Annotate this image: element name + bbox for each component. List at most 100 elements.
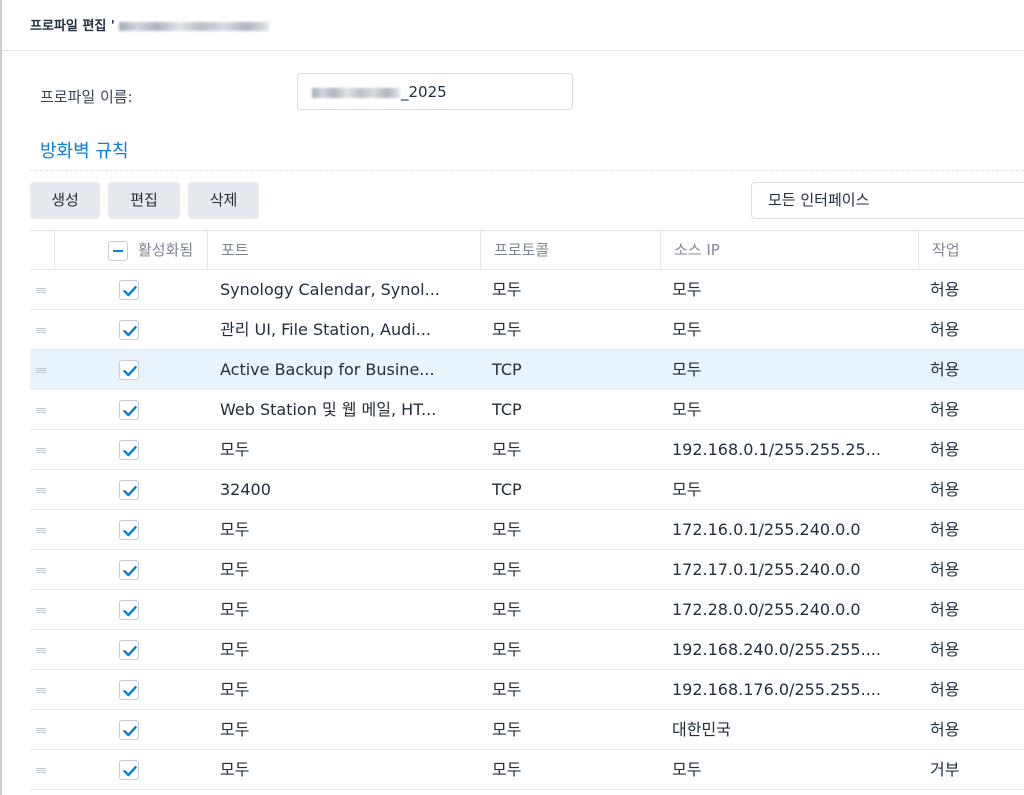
table-row[interactable]: 관리 UI, File Station, Audi... 모두 모두 허용 [30, 310, 1024, 350]
header-source-ip[interactable]: 소스 IP [660, 231, 919, 270]
cell-ports: 모두 [220, 600, 250, 619]
enabled-checkbox[interactable] [119, 360, 139, 380]
header-enabled-label: 활성화됨 [138, 241, 194, 259]
drag-handle-icon[interactable] [36, 728, 46, 733]
drag-handle-icon[interactable] [36, 408, 46, 413]
cell-source-ip: 모두 [672, 280, 702, 299]
cell-source-ip: 모두 [672, 480, 702, 499]
drag-handle-icon[interactable] [36, 608, 46, 613]
cell-action: 허용 [930, 720, 960, 739]
cell-source-ip: 192.168.176.0/255.255.... [672, 680, 881, 699]
cell-ports: Synology Calendar, Synol... [220, 280, 440, 299]
select-all-checkbox[interactable] [108, 241, 128, 261]
table-row[interactable]: 모두 모두 172.16.0.1/255.240.0.0 허용 [30, 510, 1024, 550]
cell-ports: 32400 [220, 480, 271, 499]
create-button[interactable]: 생성 [30, 182, 100, 219]
cell-source-ip: 모두 [672, 760, 702, 779]
drag-handle-icon[interactable] [36, 488, 46, 493]
cell-source-ip: 모두 [672, 320, 702, 339]
cell-action: 허용 [930, 680, 960, 699]
redacted-profile-name [119, 22, 270, 31]
enabled-checkbox[interactable] [119, 640, 139, 660]
cell-ports: 모두 [220, 440, 250, 459]
cell-action: 허용 [930, 400, 960, 419]
cell-action: 거부 [930, 760, 960, 779]
cell-protocol: 모두 [492, 720, 522, 739]
cell-protocol: 모두 [492, 320, 522, 339]
cell-protocol: 모두 [492, 280, 522, 299]
interface-select[interactable]: 모든 인터페이스 [751, 182, 1024, 219]
cell-source-ip: 192.168.0.1/255.255.25... [672, 440, 881, 459]
cell-protocol: 모두 [492, 520, 522, 539]
cell-action: 허용 [930, 360, 960, 379]
cell-ports: 모두 [220, 560, 250, 579]
drag-handle-icon[interactable] [36, 368, 46, 373]
table-row[interactable]: 32400 TCP 모두 허용 [30, 470, 1024, 510]
table-row[interactable]: Active Backup for Busine... TCP 모두 허용 [30, 350, 1024, 390]
drag-handle-icon[interactable] [36, 448, 46, 453]
cell-action: 허용 [930, 560, 960, 579]
dialog-title: 프로파일 편집 ' [30, 15, 270, 34]
table-row[interactable]: 모두 모두 대한민국 허용 [30, 710, 1024, 750]
table-row[interactable]: Web Station 및 웹 메일, HT... TCP 모두 허용 [30, 390, 1024, 430]
enabled-checkbox[interactable] [119, 440, 139, 460]
drag-handle-icon[interactable] [36, 288, 46, 293]
cell-protocol: 모두 [492, 760, 522, 779]
dialog-title-bar: 프로파일 편집 ' [2, 0, 1024, 51]
header-enabled[interactable]: 활성화됨 [54, 231, 195, 270]
cell-protocol: TCP [492, 480, 522, 499]
cell-source-ip: 모두 [672, 400, 702, 419]
drag-handle-icon[interactable] [36, 648, 46, 653]
table-row[interactable]: 모두 모두 172.28.0.0/255.240.0.0 허용 [30, 590, 1024, 630]
drag-handle-icon[interactable] [36, 568, 46, 573]
table-row[interactable]: Synology Calendar, Synol... 모두 모두 허용 [30, 270, 1024, 310]
table-row[interactable]: 모두 모두 모두 거부 [30, 750, 1024, 790]
header-protocol[interactable]: 프로토콜 [480, 231, 649, 270]
drag-handle-icon[interactable] [36, 528, 46, 533]
cell-action: 허용 [930, 600, 960, 619]
cell-action: 허용 [930, 440, 960, 459]
enabled-checkbox[interactable] [119, 400, 139, 420]
cell-protocol: 모두 [492, 440, 522, 459]
cell-protocol: TCP [492, 400, 522, 419]
table-body: Synology Calendar, Synol... 모두 모두 허용 관리 UI, … [30, 270, 1024, 790]
window-left-edge [0, 0, 2, 795]
profile-name-input[interactable]: _2025 [297, 73, 573, 110]
table-row[interactable]: 모두 모두 172.17.0.1/255.240.0.0 허용 [30, 550, 1024, 590]
drag-handle-icon[interactable] [36, 768, 46, 773]
table-row[interactable]: 모두 모두 192.168.0.1/255.255.25... 허용 [30, 430, 1024, 470]
redacted-name-prefix [312, 88, 400, 98]
cell-action: 허용 [930, 640, 960, 659]
header-handle-column [30, 231, 54, 270]
cell-source-ip: 172.16.0.1/255.240.0.0 [672, 520, 861, 539]
cell-ports: 모두 [220, 640, 250, 659]
edit-button[interactable]: 편집 [108, 182, 180, 219]
delete-button[interactable]: 삭제 [188, 182, 259, 219]
section-divider [30, 170, 1024, 171]
enabled-checkbox[interactable] [119, 320, 139, 340]
enabled-checkbox[interactable] [119, 600, 139, 620]
cell-action: 허용 [930, 280, 960, 299]
cell-protocol: 모두 [492, 680, 522, 699]
cell-source-ip: 모두 [672, 360, 702, 379]
table-header: 활성화됨 포트 프로토콜 소스 IP 작업 [30, 230, 1024, 270]
enabled-checkbox[interactable] [119, 720, 139, 740]
header-ports[interactable]: 포트 [207, 231, 481, 270]
table-row[interactable]: 모두 모두 192.168.240.0/255.255.... 허용 [30, 630, 1024, 670]
enabled-checkbox[interactable] [119, 480, 139, 500]
cell-ports: 모두 [220, 680, 250, 699]
table-row[interactable]: 모두 모두 192.168.176.0/255.255.... 허용 [30, 670, 1024, 710]
header-action[interactable]: 작업 [918, 231, 1024, 270]
cell-source-ip: 172.28.0.0/255.240.0.0 [672, 600, 861, 619]
enabled-checkbox[interactable] [119, 760, 139, 780]
profile-name-suffix: _2025 [401, 83, 447, 101]
enabled-checkbox[interactable] [119, 520, 139, 540]
enabled-checkbox[interactable] [119, 560, 139, 580]
cell-source-ip: 192.168.240.0/255.255.... [672, 640, 881, 659]
drag-handle-icon[interactable] [36, 328, 46, 333]
cell-action: 허용 [930, 480, 960, 499]
enabled-checkbox[interactable] [119, 280, 139, 300]
enabled-checkbox[interactable] [119, 680, 139, 700]
cell-action: 허용 [930, 520, 960, 539]
drag-handle-icon[interactable] [36, 688, 46, 693]
